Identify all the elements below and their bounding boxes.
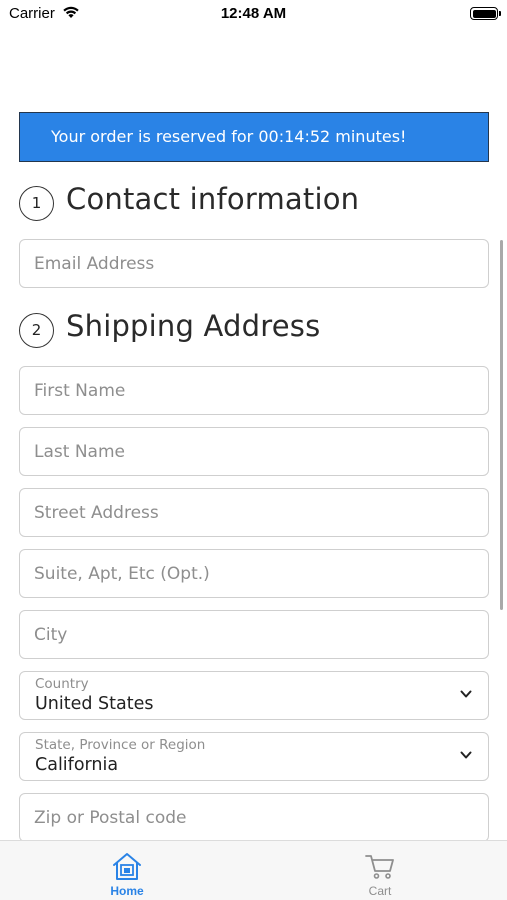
city-field[interactable] [19, 610, 489, 659]
first-name-input[interactable] [20, 367, 488, 414]
last-name-input[interactable] [20, 428, 488, 475]
street-address-field[interactable] [19, 488, 489, 537]
email-field[interactable] [19, 239, 489, 288]
tab-home[interactable]: Home [72, 841, 182, 900]
country-label: Country [35, 676, 89, 692]
reservation-banner: Your order is reserved for 00:14:52 minu… [19, 112, 489, 162]
home-icon [113, 853, 141, 880]
zip-field[interactable] [19, 793, 489, 842]
contact-section-title: Contact information [66, 182, 360, 216]
scroll-indicator[interactable] [500, 240, 503, 610]
clock: 12:48 AM [220, 5, 287, 22]
tab-home-label: Home [110, 884, 144, 898]
step-1-badge: 1 [19, 186, 54, 221]
step-2-badge: 2 [19, 313, 54, 348]
tab-cart-label: Cart [368, 884, 392, 898]
suite-input[interactable] [20, 550, 488, 597]
country-select[interactable]: Country United States [19, 671, 489, 720]
state-select[interactable]: State, Province or Region California [19, 732, 489, 781]
status-bar: Carrier 12:48 AM [0, 0, 507, 28]
city-input[interactable] [20, 611, 488, 658]
cart-icon [365, 855, 394, 879]
state-label: State, Province or Region [35, 737, 206, 753]
checkout-screen: Carrier 12:48 AM Your order is reserved … [0, 0, 507, 900]
battery-icon [470, 7, 501, 20]
country-value: United States [35, 694, 154, 714]
email-input[interactable] [20, 240, 488, 287]
shipping-section-title: Shipping Address [66, 309, 321, 343]
tab-cart[interactable]: Cart [325, 841, 435, 900]
tab-bar: Home Cart [0, 840, 507, 900]
last-name-field[interactable] [19, 427, 489, 476]
chevron-down-icon [460, 751, 472, 759]
zip-input[interactable] [20, 794, 488, 841]
suite-field[interactable] [19, 549, 489, 598]
state-value: California [35, 755, 119, 775]
street-address-input[interactable] [20, 489, 488, 536]
first-name-field[interactable] [19, 366, 489, 415]
chevron-down-icon [460, 690, 472, 698]
